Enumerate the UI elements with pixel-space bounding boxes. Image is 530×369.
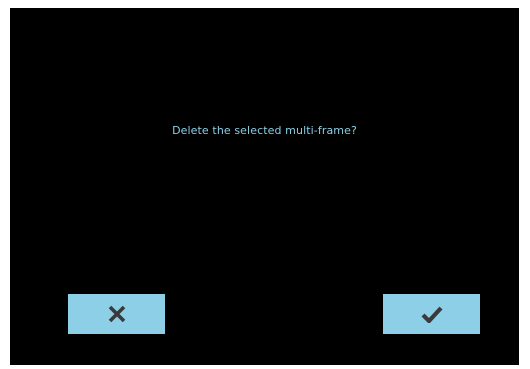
window-frame: Delete the selected multi-frame? <box>0 0 530 369</box>
cancel-button[interactable] <box>68 294 165 334</box>
close-icon <box>108 305 125 323</box>
dialog-message: Delete the selected multi-frame? <box>172 124 357 137</box>
confirm-button[interactable] <box>383 294 480 334</box>
confirmation-dialog: Delete the selected multi-frame? <box>10 8 519 365</box>
checkmark-icon <box>421 306 443 323</box>
